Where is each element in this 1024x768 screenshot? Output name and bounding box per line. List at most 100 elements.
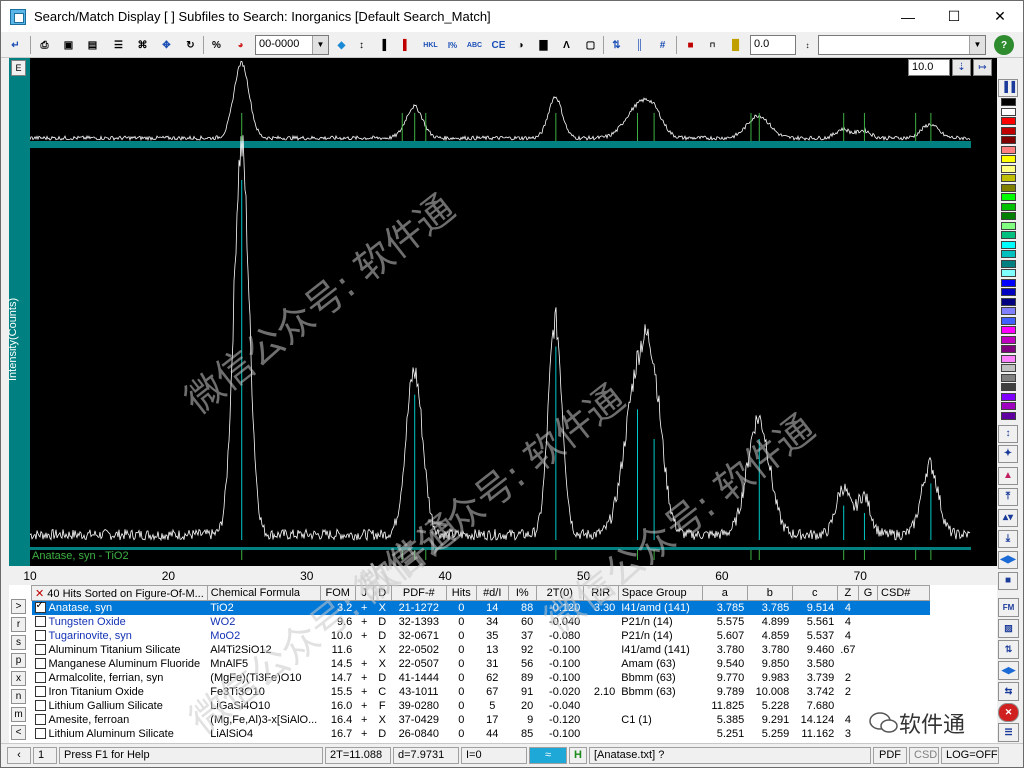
- row-checkbox[interactable]: [34, 657, 46, 669]
- col-header[interactable]: D: [372, 585, 392, 601]
- color-swatch[interactable]: [1001, 193, 1016, 201]
- list-left-right-icon[interactable]: ◀▶: [998, 661, 1019, 680]
- phase-name-cell[interactable]: Aluminum Titanium Silicate: [32, 643, 208, 657]
- table-row[interactable]: Tugarinovite, syn MoO2 10.0 + D 32-0671 0 35 37 -…: [32, 629, 930, 643]
- color-swatch[interactable]: [1001, 307, 1016, 315]
- hits-title-header[interactable]: ✕ 40 Hits Sorted on Figure-Of-M...: [31, 585, 208, 601]
- diamond-move-icon[interactable]: ✦: [998, 445, 1018, 463]
- col-header[interactable]: Z: [836, 585, 860, 601]
- col-header[interactable]: CSD#: [877, 585, 931, 601]
- tool-mode-icon[interactable]: ≈: [529, 747, 567, 764]
- left-right-icon[interactable]: ◀▶: [998, 551, 1018, 569]
- col-header[interactable]: 2T(0): [535, 585, 584, 601]
- fm-button[interactable]: FM: [998, 598, 1019, 617]
- record-icon[interactable]: ■: [680, 35, 701, 55]
- table-row[interactable]: Manganese Aluminum Fluoride MnAlF5 14.5 + X 2…: [32, 657, 930, 671]
- move-icon[interactable]: ✥: [156, 35, 177, 55]
- h-indicator[interactable]: H: [569, 747, 587, 764]
- table-row[interactable]: Iron Titanium Oxide Fe3Ti3O10 15.5 + C 43-101…: [32, 685, 930, 699]
- col-header[interactable]: G: [858, 585, 879, 601]
- side-letter-button[interactable]: m: [11, 707, 26, 722]
- side-letter-button[interactable]: <: [11, 725, 26, 740]
- value-spinner-icon[interactable]: ↕: [797, 35, 818, 55]
- side-letter-button[interactable]: n: [11, 689, 26, 704]
- row-checkbox[interactable]: [34, 685, 46, 697]
- phase-name-cell[interactable]: Tugarinovite, syn: [32, 629, 208, 643]
- up-down-icon[interactable]: ▴▾: [998, 509, 1018, 527]
- table-row[interactable]: Lithium Gallium Silicate LiGaSi4O10 16.0 + F…: [32, 699, 930, 713]
- expand-button[interactable]: E: [11, 60, 26, 76]
- chevron-down-icon[interactable]: ▼: [312, 36, 328, 54]
- color-swatch[interactable]: [1001, 392, 1016, 401]
- table-row[interactable]: Aluminum Titanium Silicate Al4Ti2SiO12 11.…: [32, 643, 930, 657]
- color-swatch[interactable]: [1001, 145, 1016, 154]
- print-preview-icon[interactable]: ▤: [82, 35, 103, 55]
- side-letter-button[interactable]: p: [11, 653, 26, 668]
- color-swatch[interactable]: [1001, 316, 1016, 325]
- zoom-step-button[interactable]: ⇣: [952, 59, 971, 76]
- chart-yellow-icon[interactable]: █: [725, 35, 746, 55]
- close-list-icon[interactable]: ✕: [35, 588, 44, 600]
- row-checkbox[interactable]: [34, 727, 46, 739]
- col-header[interactable]: Chemical Formula: [206, 585, 321, 601]
- back-arrow-icon[interactable]: ↵: [5, 35, 26, 55]
- palette-bars-icon[interactable]: ▐▐: [998, 79, 1018, 97]
- col-header[interactable]: b: [746, 585, 793, 601]
- drop-icon[interactable]: ◆: [331, 35, 352, 55]
- pdf-indicator[interactable]: PDF: [873, 747, 907, 764]
- color-swatch[interactable]: [1001, 98, 1016, 106]
- col-header[interactable]: I%: [507, 585, 537, 601]
- side-letter-button[interactable]: >: [11, 599, 26, 614]
- palette-scroll-icon[interactable]: ↕: [998, 425, 1018, 443]
- log-indicator[interactable]: LOG=OFF: [941, 747, 999, 764]
- color-swatch[interactable]: [1001, 250, 1016, 258]
- phase-name-cell[interactable]: Amesite, ferroan: [32, 713, 208, 727]
- spinner-icon[interactable]: ↕: [351, 35, 372, 55]
- plot-area[interactable]: Anatase, syn - TiO2: [9, 58, 997, 568]
- list-icon[interactable]: ☰: [108, 35, 129, 55]
- table-row[interactable]: Tungsten Oxide WO2 9.6 + D 32-1393 0 34 60 -0.040…: [32, 615, 930, 629]
- color-swatch[interactable]: [1001, 269, 1016, 277]
- col-header[interactable]: Hits: [445, 585, 477, 601]
- peaks-icon[interactable]: Λ: [556, 35, 577, 55]
- list-up-down-icon[interactable]: ⇅: [998, 640, 1019, 659]
- color-swatch[interactable]: [1001, 126, 1016, 135]
- top-icon[interactable]: ⤒: [998, 488, 1018, 506]
- color-swatch[interactable]: [1001, 202, 1016, 211]
- up-arrows-icon[interactable]: ▲: [998, 467, 1018, 485]
- side-letter-button[interactable]: x: [11, 671, 26, 686]
- phase-name-cell[interactable]: Iron Titanium Oxide: [32, 685, 208, 699]
- color-swatch[interactable]: [1001, 335, 1016, 344]
- row-checkbox[interactable]: [34, 643, 46, 655]
- col-header[interactable]: FOM: [319, 585, 356, 601]
- bars-red-icon[interactable]: ▌: [396, 35, 417, 55]
- list-swap-icon[interactable]: ⇆: [998, 682, 1019, 701]
- col-header[interactable]: Space Group: [617, 585, 703, 601]
- phase-name-cell[interactable]: Anatase, syn: [31, 600, 208, 615]
- color-swatch[interactable]: [1001, 164, 1016, 173]
- pattern-combo[interactable]: 00-0000 ▼: [255, 35, 329, 55]
- color-swatch[interactable]: [1001, 354, 1016, 363]
- delete-icon[interactable]: ✕: [998, 703, 1019, 722]
- phase-name-cell[interactable]: Lithium Gallium Silicate: [32, 699, 208, 713]
- filter-icon[interactable]: ⌘: [132, 35, 153, 55]
- nav-left-button[interactable]: ‹: [7, 747, 31, 764]
- color-swatch[interactable]: [1001, 155, 1016, 163]
- maximize-button[interactable]: ☐: [931, 1, 977, 32]
- table-row[interactable]: Lithium Aluminum Silicate LiAlSiO4 16.7 + D 2…: [32, 727, 930, 741]
- color-swatch[interactable]: [1001, 240, 1016, 249]
- color-swatch[interactable]: [1001, 402, 1016, 410]
- zoom-fit-button[interactable]: ↦: [973, 59, 992, 76]
- ce-icon[interactable]: CE: [488, 35, 509, 55]
- color-swatch[interactable]: [1001, 326, 1016, 334]
- row-checkbox[interactable]: [34, 699, 46, 711]
- table-row[interactable]: Amesite, ferroan (Mg,Fe,Al)3-x[SiAlO... 16…: [32, 713, 930, 727]
- color-swatch[interactable]: [1001, 297, 1016, 306]
- percent-icon[interactable]: %: [206, 35, 227, 55]
- search-combo[interactable]: ▼: [818, 35, 986, 55]
- row-checkbox[interactable]: [34, 629, 46, 641]
- color-swatch[interactable]: [1001, 174, 1016, 182]
- col-header[interactable]: a: [701, 585, 748, 601]
- histogram-icon[interactable]: ▇: [533, 35, 554, 55]
- image-icon[interactable]: ▨: [998, 619, 1019, 638]
